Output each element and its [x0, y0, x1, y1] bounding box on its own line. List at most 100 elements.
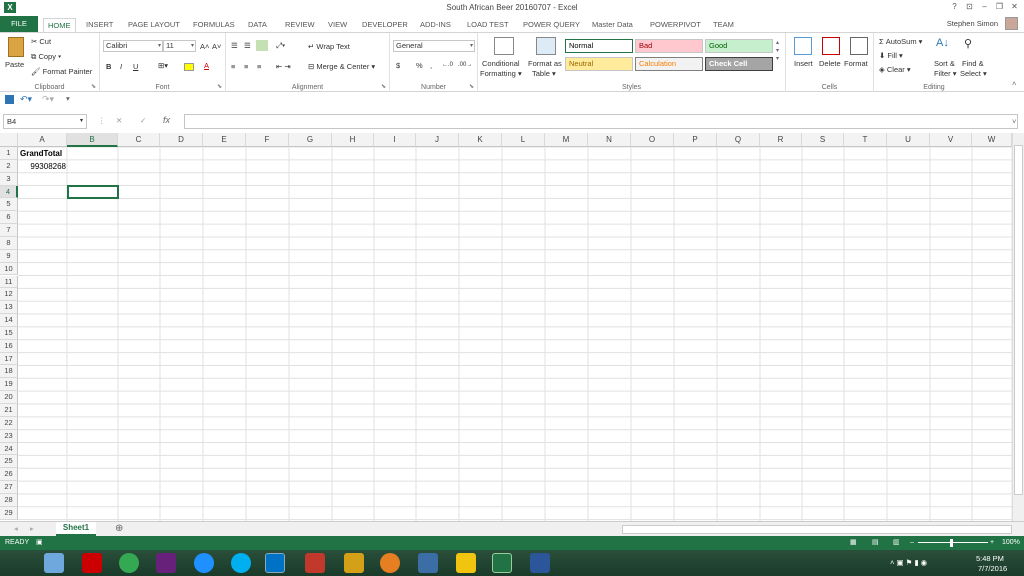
column-header-e[interactable]: E [203, 133, 246, 147]
tab-review[interactable]: REVIEW [285, 18, 315, 32]
row-header-14[interactable]: 14 [0, 314, 18, 327]
column-header-p[interactable]: P [674, 133, 717, 147]
clipboard-launcher-icon[interactable]: ⬊ [91, 83, 96, 90]
enter-icon[interactable]: ✓ [140, 116, 146, 125]
internet-explorer-icon[interactable] [194, 553, 214, 573]
file-explorer-icon[interactable] [456, 553, 476, 573]
zoom-in-icon[interactable]: + [990, 536, 994, 550]
tab-formulas[interactable]: FORMULAS [193, 18, 235, 32]
font-size-select[interactable]: 11 ▾ [163, 40, 196, 52]
insert-button[interactable]: Insert [794, 59, 813, 68]
sheet-next-icon[interactable]: ▸ [30, 524, 34, 533]
clock-time[interactable]: 5:48 PM [976, 554, 1004, 563]
number-format-select[interactable]: General ▾ [393, 40, 475, 52]
align-center-icon[interactable]: ≡ [244, 62, 248, 71]
row-header-28[interactable]: 28 [0, 493, 18, 507]
currency-button[interactable]: $ [396, 61, 400, 70]
column-header-c[interactable]: C [118, 133, 160, 147]
tab-insert[interactable]: INSERT [86, 18, 113, 32]
tab-page-layout[interactable]: PAGE LAYOUT [128, 18, 180, 32]
tab-view[interactable]: VIEW [328, 18, 347, 32]
sheet-prev-icon[interactable]: ◂ [14, 524, 18, 533]
column-header-g[interactable]: G [289, 133, 332, 147]
delete-button[interactable]: Delete [819, 59, 841, 68]
alignment-launcher-icon[interactable]: ⬊ [381, 83, 386, 90]
column-header-v[interactable]: V [930, 133, 972, 147]
word-taskbar-icon[interactable] [530, 553, 550, 573]
column-header-n[interactable]: N [588, 133, 631, 147]
column-header-k[interactable]: K [459, 133, 502, 147]
conditional-formatting-button[interactable]: Conditional [482, 59, 520, 68]
italic-button[interactable]: I [120, 62, 122, 71]
sheet-tab-sheet1[interactable]: Sheet1 [56, 522, 96, 536]
paste-button[interactable]: Paste [5, 60, 24, 69]
tab-add-ins[interactable]: ADD-INS [420, 18, 451, 32]
cut-button[interactable]: ✂ Cut [31, 37, 51, 46]
normal-view-icon[interactable]: ▦ [850, 536, 857, 550]
row-header-15[interactable]: 15 [0, 326, 18, 340]
row-header-27[interactable]: 27 [0, 481, 18, 494]
bold-button[interactable]: B [106, 62, 111, 71]
column-header-h[interactable]: H [332, 133, 374, 147]
formula-input[interactable] [184, 114, 1018, 129]
percent-button[interactable]: % [416, 61, 423, 70]
column-header-t[interactable]: T [844, 133, 887, 147]
close-button[interactable]: ✕ [1007, 1, 1022, 13]
format-cells-icon[interactable] [850, 37, 868, 55]
row-header-3[interactable]: 3 [0, 172, 18, 186]
toolbox-app-icon[interactable] [305, 553, 325, 573]
format-button[interactable]: Format [844, 59, 868, 68]
column-header-m[interactable]: M [545, 133, 588, 147]
row-header-12[interactable]: 12 [0, 288, 18, 302]
fill-button[interactable]: ⬇ Fill ▾ [879, 51, 903, 60]
indent-icon[interactable]: ⇤ ⇥ [276, 62, 291, 71]
column-header-q[interactable]: Q [717, 133, 760, 147]
minimize-button[interactable]: – [977, 1, 992, 13]
number-launcher-icon[interactable]: ⬊ [469, 83, 474, 90]
column-header-j[interactable]: J [416, 133, 459, 147]
visual-studio-icon[interactable] [156, 553, 176, 573]
column-header-f[interactable]: F [246, 133, 289, 147]
tab-developer[interactable]: DEVELOPER [362, 18, 408, 32]
select-all-corner[interactable] [0, 133, 18, 147]
style-calculation[interactable]: Calculation [635, 57, 703, 71]
sort-filter-icon[interactable]: A↓ [936, 37, 949, 49]
paste-icon[interactable] [8, 37, 24, 57]
column-header-s[interactable]: S [802, 133, 844, 147]
row-header-10[interactable]: 10 [0, 262, 18, 276]
row-header-22[interactable]: 22 [0, 416, 18, 430]
top-align-icon[interactable]: ☰ [231, 41, 238, 50]
row-header-9[interactable]: 9 [0, 249, 18, 263]
row-header-19[interactable]: 19 [0, 378, 18, 392]
collapse-ribbon-icon[interactable]: ˄ [1012, 79, 1016, 88]
tab-home[interactable]: HOME [43, 18, 76, 32]
zoom-out-icon[interactable]: – [910, 536, 914, 550]
find-select-line2[interactable]: Select ▾ [960, 69, 987, 78]
column-header-o[interactable]: O [631, 133, 674, 147]
grow-font-button[interactable]: A˄ [200, 42, 209, 51]
cell-a1[interactable]: GrandTotal [20, 148, 62, 160]
row-header-6[interactable]: 6 [0, 211, 18, 225]
undo-icon[interactable]: ↶▾ [20, 94, 32, 105]
decrease-decimal-button[interactable]: .00→ [458, 62, 472, 68]
add-sheet-button[interactable]: ⊕ [115, 523, 123, 534]
horizontal-scrollbar[interactable] [622, 525, 1012, 534]
skype-icon[interactable] [231, 553, 251, 573]
row-header-26[interactable]: 26 [0, 468, 18, 482]
row-header-13[interactable]: 13 [0, 301, 18, 315]
redo-icon[interactable]: ↷▾ [42, 94, 54, 105]
vertical-scroll-thumb[interactable] [1014, 145, 1023, 495]
media-player-icon[interactable] [380, 553, 400, 573]
explorer-app-icon[interactable] [44, 553, 64, 573]
sort-filter-button[interactable]: Sort & [934, 59, 955, 68]
style-neutral[interactable]: Neutral [565, 57, 633, 71]
tab-data[interactable]: DATA [248, 18, 267, 32]
increase-decimal-button[interactable]: ←.0 [442, 62, 453, 68]
fill-color-icon[interactable] [184, 63, 194, 71]
ribbon-display-icon[interactable]: ⊡ [962, 1, 977, 13]
column-header-l[interactable]: L [502, 133, 545, 147]
expand-formula-icon[interactable]: ˅ [1012, 117, 1016, 126]
copy-button[interactable]: ⧉ Copy ▾ [31, 52, 61, 62]
avatar[interactable] [1005, 17, 1018, 30]
column-header-d[interactable]: D [160, 133, 203, 147]
